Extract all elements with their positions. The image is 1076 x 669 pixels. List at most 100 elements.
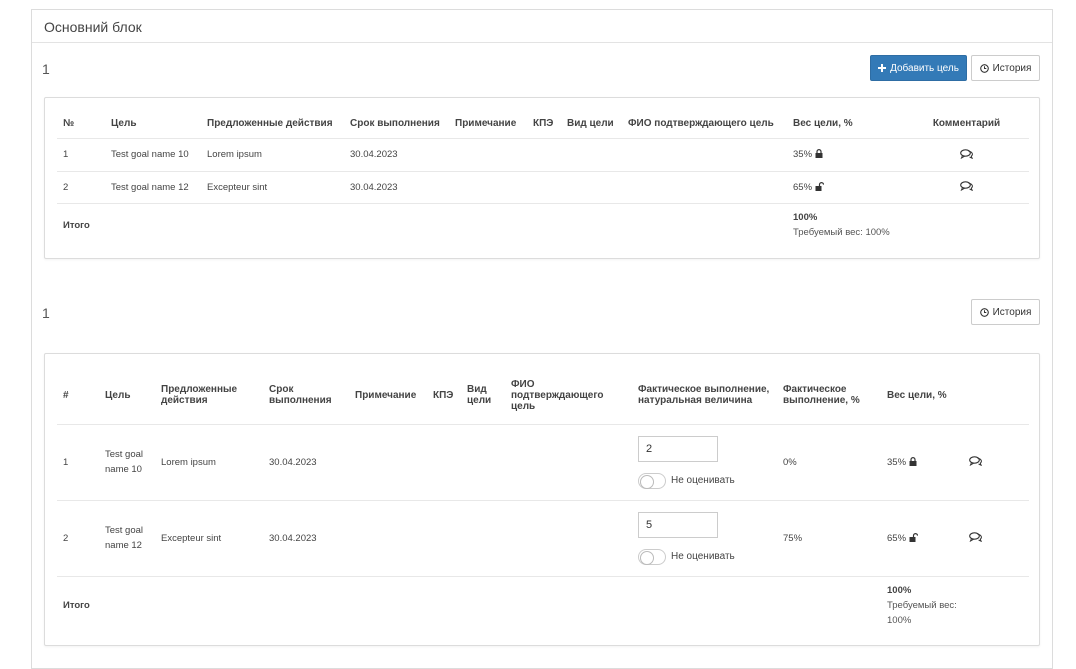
actual-percent: 75% [777, 499, 881, 576]
history-button-1[interactable]: История [971, 55, 1040, 81]
goal-weight: 65% [887, 532, 907, 544]
goal-deadline: 30.04.2023 [344, 170, 449, 203]
total-weight-cell: 100% Требуемый вес: 100% [881, 575, 1029, 634]
goal-deadline: 30.04.2023 [263, 499, 349, 576]
no-eval-toggle-row: Не оценивать [638, 548, 771, 565]
history-button-2[interactable]: История [971, 299, 1040, 325]
table-row: 2 Test goal name 12 Excepteur sint 30.04… [57, 499, 1029, 576]
comments-icon[interactable] [969, 456, 982, 466]
col-header: Вес цели, % [793, 118, 853, 130]
goal-weight: 35% [887, 456, 907, 468]
goal-deadline: 30.04.2023 [263, 423, 349, 500]
clock-icon [979, 63, 989, 73]
col-header: Примечание [355, 389, 417, 401]
goal-name: Test goal name 10 [99, 423, 155, 500]
col-header: Срок выполнения [269, 384, 332, 407]
section-2-number: 1 [42, 305, 50, 321]
col-header: Вид цели [467, 384, 492, 407]
actual-value-cell: Не оценивать [632, 423, 777, 500]
actual-value-cell: Не оценивать [632, 499, 777, 576]
comments-icon[interactable] [960, 181, 973, 191]
no-eval-label: Не оценивать [671, 551, 735, 562]
col-header: КПЭ [433, 389, 454, 401]
main-block-panel: Основний блок 1 Добавить цель История № … [31, 9, 1053, 669]
col-header: Фактическое выполнение, натуральная вели… [638, 384, 770, 407]
goal-weight: 65% [793, 181, 813, 193]
goals-table-1: № Цель Предложенные действия Срок выполн… [57, 110, 1029, 247]
goal-deadline: 30.04.2023 [344, 137, 449, 171]
comment-cell [904, 170, 1029, 203]
row-number: 1 [57, 423, 99, 500]
goal-name: Test goal name 12 [99, 499, 155, 576]
comments-icon[interactable] [969, 532, 982, 542]
actual-percent: 0% [777, 423, 881, 500]
history-label: История [992, 306, 1032, 318]
goals-table-2: # Цель Предложенные действия Срок выполн… [57, 367, 1029, 634]
add-goal-button[interactable]: Добавить цель [870, 55, 967, 81]
unlock-icon[interactable] [815, 181, 824, 191]
no-eval-toggle-row: Не оценивать [638, 472, 771, 489]
col-header: # [63, 389, 69, 401]
total-label: Итого [57, 202, 787, 247]
total-row: Итого 100% Требуемый вес: 100% [57, 575, 1029, 634]
goal-actions: Excepteur sint [201, 170, 344, 203]
plus-icon [878, 64, 887, 72]
no-eval-toggle[interactable] [638, 548, 666, 565]
goal-actions: Excepteur sint [155, 499, 263, 576]
clock-icon [979, 307, 989, 317]
col-header: КПЭ [533, 118, 554, 130]
goal-weight-cell: 65% [787, 170, 904, 203]
panel-title: Основний блок [32, 10, 1052, 43]
section-1-number: 1 [42, 61, 50, 77]
comment-cell [904, 137, 1029, 171]
actual-value-input[interactable] [638, 435, 718, 462]
lock-icon[interactable] [909, 456, 917, 466]
table-row: 1 Test goal name 10 Lorem ipsum 30.04.20… [57, 423, 1029, 500]
required-weight: Требуемый вес: 100% [793, 227, 890, 239]
col-header: Предложенные действия [207, 118, 333, 130]
col-header: Вид цели [567, 118, 614, 130]
goal-weight-cell: 65% [881, 499, 963, 576]
col-header: ФИО подтверждающего цель [628, 118, 774, 130]
col-header: ФИО подтверждающего цель [511, 378, 604, 412]
comment-cell [963, 423, 1029, 500]
no-eval-label: Не оценивать [671, 475, 735, 486]
col-header: Комментарий [932, 118, 1001, 130]
col-header: Вес цели, % [887, 389, 947, 401]
total-weight-cell: 100% Требуемый вес: 100% [787, 202, 1029, 247]
goals-card-2: # Цель Предложенные действия Срок выполн… [44, 353, 1040, 646]
goal-actions: Lorem ipsum [155, 423, 263, 500]
no-eval-toggle[interactable] [638, 472, 666, 489]
goal-weight: 35% [793, 149, 813, 160]
goal-name: Test goal name 12 [105, 170, 201, 203]
row-number: 2 [57, 499, 99, 576]
total-label: Итого [57, 575, 881, 634]
table-row: 1 Test goal name 10 Lorem ipsum 30.04.20… [57, 137, 1029, 171]
goal-name: Test goal name 10 [105, 137, 201, 171]
required-weight: Требуемый вес: 100% [887, 599, 957, 626]
comment-cell [963, 499, 1029, 576]
goal-weight-cell: 35% [881, 423, 963, 500]
goals-card-1: № Цель Предложенные действия Срок выполн… [44, 97, 1040, 259]
col-header: Предложенные действия [161, 384, 238, 407]
history-label: История [992, 62, 1032, 74]
col-header: Цель [105, 389, 131, 401]
comments-icon[interactable] [960, 148, 973, 159]
unlock-icon[interactable] [909, 532, 918, 542]
table-row: 2 Test goal name 12 Excepteur sint 30.04… [57, 170, 1029, 203]
total-row: Итого 100% Требуемый вес: 100% [57, 202, 1029, 247]
add-goal-label: Добавить цель [890, 62, 959, 74]
col-header: Фактическое выполнение, % [783, 384, 860, 407]
row-number: 1 [57, 137, 105, 171]
lock-icon[interactable] [815, 149, 823, 158]
actual-value-input[interactable] [638, 511, 718, 538]
col-header: Срок выполнения [350, 118, 440, 130]
row-number: 2 [57, 170, 105, 203]
col-header: № [63, 118, 75, 130]
total-weight: 100% [793, 212, 818, 224]
col-header: Примечание [455, 118, 517, 130]
goal-actions: Lorem ipsum [201, 137, 344, 171]
col-header: Цель [111, 118, 137, 130]
goal-weight-cell: 35% [787, 137, 904, 171]
total-weight: 100% [887, 584, 912, 596]
